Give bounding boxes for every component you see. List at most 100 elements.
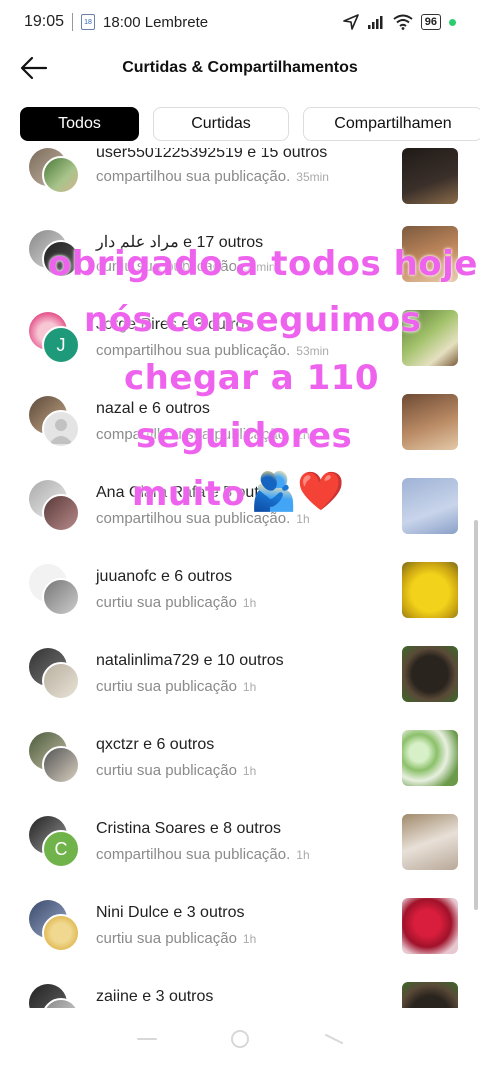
list-item[interactable]: C Cristina Soares e 8 outros compartilho… xyxy=(0,814,480,898)
list-item[interactable]: zaiine e 3 outros xyxy=(0,982,480,1008)
notification-action: compartilhou sua publicação. 35min xyxy=(96,168,329,185)
status-bar: 19:05 18 18:00 Lembrete 96 xyxy=(0,0,480,44)
privacy-indicator xyxy=(449,18,456,26)
action-text: compartilhou sua publicação. xyxy=(96,168,291,185)
calendar-day: 18 xyxy=(84,18,92,26)
notification-time: 1h xyxy=(296,428,310,442)
back-icon[interactable] xyxy=(322,1031,344,1047)
avatar xyxy=(42,156,80,194)
post-thumbnail[interactable] xyxy=(402,148,458,204)
battery-level: 96 xyxy=(424,16,437,28)
page-title: Curtidas & Compartilhamentos xyxy=(122,59,358,76)
list-item[interactable]: Ana Clara Rafa e 5 outros compartilhou s… xyxy=(0,478,480,562)
system-nav-bar xyxy=(0,1012,480,1066)
notification-list[interactable]: user5501225392519 e 15 outros compartilh… xyxy=(0,148,480,1008)
avatar-letter: C xyxy=(54,838,68,859)
notification-title: Nini Dulce e 3 outros xyxy=(96,904,245,921)
post-thumbnail[interactable] xyxy=(402,646,458,702)
avatar xyxy=(42,494,80,532)
notification-title: Jorge Pires e 3 outros xyxy=(96,316,253,333)
avatar xyxy=(42,662,80,700)
notification-title: مراد علم دار e 17 outros xyxy=(96,234,264,251)
post-thumbnail[interactable] xyxy=(402,226,458,282)
action-text: compartilhou sua publicação. xyxy=(96,846,291,863)
back-arrow-icon xyxy=(20,56,48,80)
post-thumbnail[interactable] xyxy=(402,310,458,366)
notification-title: Ana Clara Rafa e 5 outros xyxy=(96,484,281,501)
list-item[interactable]: user5501225392519 e 15 outros compartilh… xyxy=(0,148,480,226)
notification-action: curtiu sua publicação 1h xyxy=(96,678,256,695)
notification-title: zaiine e 3 outros xyxy=(96,988,214,1005)
notification-time: 1h xyxy=(242,680,257,694)
notification-time: 1h xyxy=(296,848,310,862)
status-separator xyxy=(72,13,74,31)
reminder-text: 18:00 Lembrete xyxy=(103,13,209,31)
list-item[interactable]: nazal e 6 outros compartilhou sua public… xyxy=(0,394,480,478)
back-button[interactable] xyxy=(18,52,50,84)
status-right: 96 xyxy=(342,14,456,30)
status-left: 19:05 18 18:00 Lembrete xyxy=(24,13,208,31)
tab-curtidas[interactable]: Curtidas xyxy=(153,107,289,141)
avatar: J xyxy=(42,326,80,364)
notification-time: 35min xyxy=(296,170,329,184)
post-thumbnail[interactable] xyxy=(402,394,458,450)
action-text: curtiu sua publicação xyxy=(96,762,237,779)
notification-action: curtiu sua publicação 53min xyxy=(96,258,276,275)
avatar xyxy=(42,240,80,278)
post-thumbnail[interactable] xyxy=(402,478,458,534)
tab-todos[interactable]: Todos xyxy=(20,107,139,141)
action-text: curtiu sua publicação xyxy=(96,930,237,947)
notification-title: juuanofc e 6 outros xyxy=(96,568,233,585)
list-item[interactable]: qxctzr e 6 outros curtiu sua publicação 1… xyxy=(0,730,480,814)
avatar-letter: J xyxy=(56,334,66,355)
notification-title: user5501225392519 e 15 outros xyxy=(96,148,328,161)
notification-action: compartilhou sua publicação. 1h xyxy=(96,510,310,527)
status-time: 19:05 xyxy=(24,13,65,30)
avatar: C xyxy=(42,830,80,868)
tab-compartilhamentos[interactable]: Compartilhamen xyxy=(303,107,480,141)
action-text: curtiu sua publicação xyxy=(96,594,237,611)
list-item[interactable]: juuanofc e 6 outros curtiu sua publicaçã… xyxy=(0,562,480,646)
notification-time: 1h xyxy=(296,512,310,526)
action-text: compartilhou sua publicação. xyxy=(96,342,291,359)
notification-title: nazal e 6 outros xyxy=(96,400,210,417)
location-icon xyxy=(342,14,359,30)
signal-icon xyxy=(367,16,383,29)
action-text: curtiu sua publicação xyxy=(96,258,237,275)
avatar xyxy=(42,410,80,448)
notification-action: compartilhou sua publicação. 1h xyxy=(96,426,310,443)
filter-tabs: Todos Curtidas Compartilhamen xyxy=(20,107,480,141)
notification-title: Cristina Soares e 8 outros xyxy=(96,820,281,837)
notification-time: 1h xyxy=(242,596,257,610)
home-icon[interactable] xyxy=(229,1028,251,1050)
header: Curtidas & Compartilhamentos xyxy=(0,44,480,92)
post-thumbnail[interactable] xyxy=(402,730,458,786)
wifi-icon xyxy=(393,14,413,30)
list-item[interactable]: Nini Dulce e 3 outros curtiu sua publica… xyxy=(0,898,480,982)
notification-action: curtiu sua publicação 1h xyxy=(96,762,256,779)
menu-icon[interactable] xyxy=(136,1031,158,1047)
list-item[interactable]: مراد علم دار e 17 outros curtiu sua publ… xyxy=(0,226,480,310)
post-thumbnail[interactable] xyxy=(402,814,458,870)
notification-time: 53min xyxy=(296,344,329,358)
notification-time: 53min xyxy=(242,260,276,274)
notification-title: natalinlima729 e 10 outros xyxy=(96,652,284,669)
post-thumbnail[interactable] xyxy=(402,562,458,618)
notification-time: 1h xyxy=(242,932,257,946)
avatar xyxy=(42,746,80,784)
battery-icon: 96 xyxy=(420,14,441,30)
post-thumbnail[interactable] xyxy=(402,982,458,1008)
scrollbar[interactable] xyxy=(474,520,478,910)
notification-title: qxctzr e 6 outros xyxy=(96,736,215,753)
action-text: curtiu sua publicação xyxy=(96,678,237,695)
list-item[interactable]: J Jorge Pires e 3 outros compartilhou su… xyxy=(0,310,480,394)
notification-action: curtiu sua publicação 1h xyxy=(96,930,256,947)
action-text: compartilhou sua publicação. xyxy=(96,510,291,527)
action-text: compartilhou sua publicação. xyxy=(96,426,291,443)
notification-action: curtiu sua publicação 1h xyxy=(96,594,256,611)
avatar xyxy=(42,914,80,952)
post-thumbnail[interactable] xyxy=(402,898,458,954)
notification-time: 1h xyxy=(242,764,257,778)
list-item[interactable]: natalinlima729 e 10 outros curtiu sua pu… xyxy=(0,646,480,730)
notification-action: compartilhou sua publicação. 53min xyxy=(96,342,329,359)
